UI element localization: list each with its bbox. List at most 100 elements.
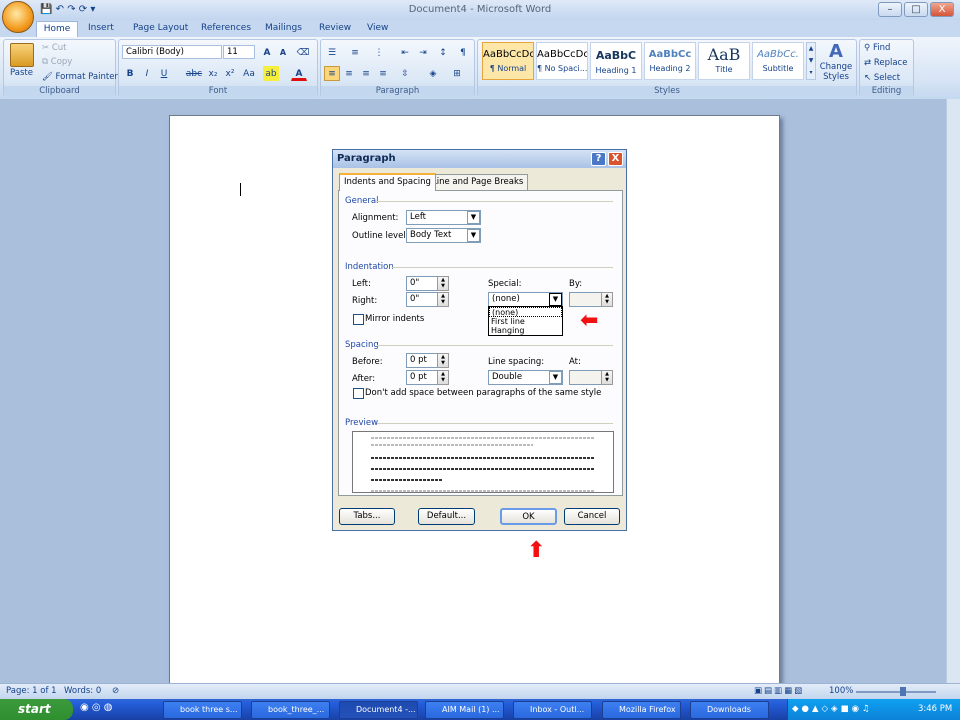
tray-icons[interactable]: ◆●▲◇◈■◉♫ [788,704,873,714]
italic-icon[interactable]: I [139,66,155,81]
word-count[interactable]: Words: 0 [64,684,101,699]
replace-button[interactable]: ⇄ Replace [864,58,907,68]
tab-references[interactable]: References [201,21,251,37]
dont-add-space-checkbox[interactable] [353,388,364,399]
task-downloads[interactable]: Downloads [690,701,769,719]
tab-indents-spacing[interactable]: Indents and Spacing [339,173,436,191]
divider [377,345,613,346]
option-none[interactable]: (none) [489,307,562,317]
superscript-icon[interactable]: x² [222,66,238,81]
style-no-spacing[interactable]: AaBbCcDc ¶ No Spaci... [536,42,588,80]
proofing-icon[interactable]: ⊘ [112,684,119,699]
task-document4[interactable]: Document4 -... [339,701,418,719]
maximize-button[interactable]: □ [904,2,928,17]
bold-icon[interactable]: B [122,66,138,81]
styles-scroll[interactable]: ▲ ▼ ▾ [806,42,816,80]
style-heading-2[interactable]: AaBbCc Heading 2 [644,42,696,80]
chevron-down-icon[interactable]: ▼ [467,229,480,242]
align-center-icon[interactable]: ≡ [341,66,357,81]
task-aim-mail[interactable]: AIM Mail (1) ... [425,701,504,719]
default-button[interactable]: Default... [418,508,475,525]
tabs-button[interactable]: Tabs... [339,508,395,525]
style-heading-1[interactable]: AaBbC Heading 1 [590,42,642,80]
ok-button[interactable]: OK [500,508,557,525]
sort-icon[interactable]: ↕ [435,45,451,60]
close-button[interactable]: X [930,2,954,17]
page-count[interactable]: Page: 1 of 1 [6,684,57,699]
right-indent-label: Right: [352,296,378,306]
mirror-indents-checkbox[interactable] [353,314,364,325]
paste-icon [10,43,34,67]
highlight-icon[interactable]: ab [263,66,279,81]
change-styles-button[interactable]: A Change Styles [818,42,854,83]
clock[interactable]: 3:46 PM [918,699,952,719]
bullets-icon[interactable]: ☰ [324,45,340,60]
tab-view[interactable]: View [367,21,388,37]
justify-icon[interactable]: ≡ [375,66,391,81]
chevron-down-icon[interactable]: ▼ [467,211,480,224]
tab-line-page-breaks[interactable]: Line and Page Breaks [427,174,529,190]
after-spinner[interactable]: ▲ ▼ [437,370,449,385]
line-spacing-icon[interactable]: ⇳ [397,66,413,81]
task-book-three-s[interactable]: book three s... [163,701,242,719]
find-button[interactable]: ⚲ Find [864,43,890,53]
zoom-slider-thumb[interactable] [900,687,906,696]
select-button[interactable]: ↖ Select [864,73,900,83]
style-normal[interactable]: AaBbCcDc ¶ Normal [482,42,534,80]
grow-font-icon[interactable]: A [259,45,275,60]
subscript-icon[interactable]: x₂ [205,66,221,81]
increase-indent-icon[interactable]: ⇥ [415,45,431,60]
task-book-three[interactable]: book_three_... [251,701,330,719]
style-subtitle[interactable]: AaBbCc. Subtitle [752,42,804,80]
task-inbox-outlook[interactable]: Inbox - Outl... [513,701,592,719]
tab-page-layout[interactable]: Page Layout [133,21,188,37]
at-spinner[interactable]: ▲ ▼ [601,370,613,385]
change-case-icon[interactable]: Aa [241,66,257,81]
before-spinner[interactable]: ▲ ▼ [437,353,449,368]
tab-mailings[interactable]: Mailings [265,21,302,37]
start-button[interactable]: start [0,699,73,720]
multilevel-list-icon[interactable]: ⋮ [371,45,387,60]
right-indent-spinner[interactable]: ▲ ▼ [437,292,449,307]
view-buttons[interactable]: ▣▤▥▦▧ [754,684,804,699]
option-hanging[interactable]: Hanging [489,326,562,336]
underline-icon[interactable]: U [156,66,172,81]
decrease-indent-icon[interactable]: ⇤ [397,45,413,60]
left-indent-spinner[interactable]: ▲ ▼ [437,276,449,291]
vertical-scrollbar[interactable] [946,99,960,683]
quick-launch[interactable]: ◉ ◎ ◍ [80,702,113,713]
minimize-button[interactable]: – [878,2,902,17]
font-name-select[interactable]: Calibri (Body) [122,45,222,59]
chevron-down-icon[interactable]: ▼ [549,293,562,306]
option-first-line[interactable]: First line [489,317,562,327]
strikethrough-icon[interactable]: abc [183,66,205,81]
chevron-down-icon[interactable]: ▼ [549,371,562,384]
align-left-icon[interactable]: ≡ [324,66,340,81]
clear-format-icon[interactable]: ⌫ [295,45,311,60]
style-title[interactable]: AaB Title [698,42,750,80]
borders-icon[interactable]: ⊞ [449,66,465,81]
dialog-close-button[interactable]: X [608,152,623,166]
show-marks-icon[interactable]: ¶ [455,45,471,60]
preview-heading: Preview [345,418,379,428]
align-right-icon[interactable]: ≡ [358,66,374,81]
zoom-slider[interactable] [856,691,936,693]
shading-icon[interactable]: ◈ [425,66,441,81]
paste-button[interactable]: Paste [10,68,33,78]
by-spinner[interactable]: ▲ ▼ [601,292,613,307]
copy-button[interactable]: ⧉ Copy [42,57,72,67]
font-size-select[interactable]: 11 [223,45,255,59]
help-button[interactable]: ? [591,152,606,166]
tab-insert[interactable]: Insert [88,21,114,37]
shrink-font-icon[interactable]: A [275,45,291,60]
format-painter-button[interactable]: 🖌 Format Painter [42,72,118,82]
font-color-icon[interactable]: A [291,66,307,81]
office-button[interactable] [2,1,34,33]
tab-home[interactable]: Home [36,21,78,37]
tab-review[interactable]: Review [319,21,351,37]
zoom-level[interactable]: 100% [829,684,853,699]
numbering-icon[interactable]: ≡ [347,45,363,60]
task-mozilla-firefox[interactable]: Mozilla Firefox [602,701,681,719]
cut-button[interactable]: ✂ Cut [42,43,66,53]
cancel-button[interactable]: Cancel [564,508,620,525]
